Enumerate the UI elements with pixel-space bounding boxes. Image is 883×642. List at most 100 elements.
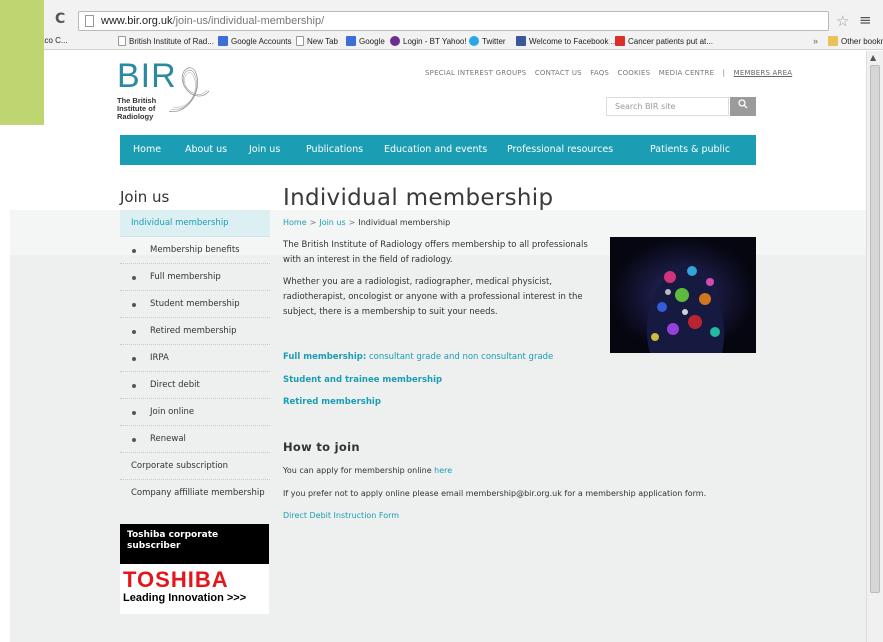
scroll-up-icon[interactable]: ▲ bbox=[870, 53, 876, 62]
bullet-icon bbox=[132, 384, 136, 388]
apply-online-label: You can apply for membership online bbox=[283, 466, 435, 475]
reload-icon[interactable]: C bbox=[55, 11, 65, 27]
page-icon bbox=[296, 36, 304, 46]
bookmark-label: Google Accounts bbox=[231, 37, 292, 46]
other-bookmarks[interactable]: Other bookmarks bbox=[828, 36, 883, 46]
twitter-icon bbox=[469, 36, 479, 46]
sidebar-item-label: Direct debit bbox=[150, 380, 200, 390]
email-application-text: If you prefer not to apply online please… bbox=[283, 489, 707, 498]
link-full-membership-rest: consultant grade and non consultant grad… bbox=[366, 352, 554, 362]
bookmark-item[interactable]: Google bbox=[346, 36, 385, 46]
nav-home[interactable]: Home bbox=[133, 135, 161, 165]
scroll-thumb[interactable] bbox=[870, 65, 880, 593]
sidebar-item-label: Membership benefits bbox=[150, 245, 240, 255]
sidebar-item-student-membership[interactable]: Student membership bbox=[120, 291, 270, 318]
intro-paragraph-1: The British Institute of Radiology offer… bbox=[283, 240, 588, 265]
bookmark-item[interactable]: British Institute of Rad... bbox=[118, 36, 214, 46]
nav-professional-resources[interactable]: Professional resources bbox=[507, 135, 613, 165]
url-path: /join-us/individual-membership/ bbox=[172, 15, 325, 27]
bullet-icon bbox=[132, 357, 136, 361]
bullet-icon bbox=[132, 438, 136, 442]
link-retired-membership[interactable]: Retired membership bbox=[283, 397, 381, 407]
address-bar[interactable]: www.bir.org.uk/join-us/individual-member… bbox=[78, 11, 829, 31]
sidebar-item-label: IRPA bbox=[150, 353, 169, 363]
search-input[interactable]: Search BIR site bbox=[606, 97, 729, 116]
breadcrumb-separator: > bbox=[309, 218, 317, 227]
hero-image bbox=[610, 237, 756, 353]
search-icon bbox=[738, 99, 748, 109]
sidebar-item-individual-membership[interactable]: Individual membership bbox=[120, 210, 270, 237]
nav-publications[interactable]: Publications bbox=[306, 135, 363, 165]
sidebar-item-corporate-subscription[interactable]: Corporate subscription bbox=[120, 453, 270, 480]
sidebar-item-direct-debit[interactable]: Direct debit bbox=[120, 372, 270, 399]
bookmark-label: New Tab bbox=[307, 37, 338, 46]
hero-lights-image bbox=[610, 237, 756, 353]
intro-paragraph-2: Whether you are a radiologist, radiograp… bbox=[283, 277, 583, 317]
bullet-icon bbox=[132, 330, 136, 334]
main-navigation: Home About us Join us Publications Educa… bbox=[120, 135, 756, 165]
bullet-icon bbox=[132, 249, 136, 253]
sidebar-item-label: Join online bbox=[150, 407, 195, 417]
sidebar-item-label: Retired membership bbox=[150, 326, 237, 336]
how-to-join-heading: How to join bbox=[283, 440, 360, 454]
direct-debit-form-link[interactable]: Direct Debit Instruction Form bbox=[283, 511, 399, 520]
sponsor-banner[interactable]: Toshiba corporate subscriber TOSHIBA Lea… bbox=[120, 524, 269, 614]
browser-chrome: › C www.bir.org.uk/join-us/individual-me… bbox=[0, 0, 883, 50]
page-title: Individual membership bbox=[283, 185, 554, 211]
sidebar-item-join-online[interactable]: Join online bbox=[120, 399, 270, 426]
nav-join-us[interactable]: Join us bbox=[249, 135, 280, 165]
util-link-members-area[interactable]: MEMBERS AREA bbox=[734, 69, 793, 77]
gmail-icon bbox=[615, 36, 625, 46]
nav-about-us[interactable]: About us bbox=[185, 135, 227, 165]
util-link-contact-us[interactable]: CONTACT US bbox=[535, 69, 582, 77]
bookmark-item[interactable]: Google Accounts bbox=[218, 36, 291, 46]
link-full-membership[interactable]: Full membership: consultant grade and no… bbox=[283, 352, 553, 362]
util-link-faqs[interactable]: FAQS bbox=[590, 69, 609, 77]
yahoo-icon bbox=[390, 36, 400, 46]
bullet-icon bbox=[132, 303, 136, 307]
sponsor-tagline: Leading Innovation >>> bbox=[123, 592, 247, 604]
vertical-scrollbar[interactable]: ▲ bbox=[866, 51, 883, 642]
nav-education-and-events[interactable]: Education and events bbox=[384, 135, 487, 165]
bookmark-item[interactable]: Twitter bbox=[469, 36, 506, 46]
green-overlay-block bbox=[0, 0, 44, 125]
breadcrumb-separator: > bbox=[348, 218, 356, 227]
bookmark-label: Twitter bbox=[482, 37, 506, 46]
apply-here-link[interactable]: here bbox=[434, 466, 452, 475]
sidebar-item-full-membership[interactable]: Full membership bbox=[120, 264, 270, 291]
google-icon bbox=[218, 36, 228, 46]
bir-logo[interactable]: BIR The British Institute of Radiology bbox=[117, 59, 210, 121]
util-link-media-centre[interactable]: MEDIA CENTRE bbox=[659, 69, 714, 77]
sidebar-item-renewal[interactable]: Renewal bbox=[120, 426, 270, 453]
util-link-special-interest-groups[interactable]: SPECIAL INTEREST GROUPS bbox=[425, 69, 526, 77]
sidebar-item-retired-membership[interactable]: Retired membership bbox=[120, 318, 270, 345]
sidebar-item-irpa[interactable]: IRPA bbox=[120, 345, 270, 372]
nav-patients-and-public[interactable]: Patients & public bbox=[650, 135, 730, 165]
sponsor-heading: Toshiba corporate subscriber bbox=[120, 524, 269, 564]
breadcrumb: Home > Join us > Individual membership bbox=[283, 218, 450, 227]
breadcrumb-home[interactable]: Home bbox=[283, 218, 307, 227]
sidebar-item-membership-benefits[interactable]: Membership benefits bbox=[120, 237, 270, 264]
address-row: › C www.bir.org.uk/join-us/individual-me… bbox=[0, 10, 883, 34]
link-student-membership[interactable]: Student and trainee membership bbox=[283, 375, 442, 385]
util-separator: | bbox=[722, 69, 726, 77]
search-button[interactable] bbox=[730, 97, 756, 116]
util-link-cookies[interactable]: COOKIES bbox=[618, 69, 651, 77]
google-icon bbox=[346, 36, 356, 46]
breadcrumb-current: Individual membership bbox=[358, 218, 451, 227]
logo-name: The British Institute of Radiology bbox=[117, 96, 157, 121]
link-full-membership-bold: Full membership: bbox=[283, 352, 367, 362]
bullet-icon bbox=[132, 411, 136, 415]
bookmark-label: Google bbox=[359, 37, 385, 46]
bookmark-item[interactable]: Welcome to Facebook ... bbox=[516, 36, 617, 46]
menu-icon[interactable]: ≡ bbox=[859, 11, 872, 29]
breadcrumb-join-us[interactable]: Join us bbox=[319, 218, 345, 227]
bookmark-star-icon[interactable]: ☆ bbox=[836, 12, 849, 30]
bookmark-item[interactable]: Cancer patients put at... bbox=[615, 36, 713, 46]
sidebar-item-company-affiliate-membership[interactable]: Company affilliate membership bbox=[120, 480, 270, 507]
bookmarks-more-button[interactable]: » bbox=[813, 36, 818, 46]
bookmark-item[interactable]: Login - BT Yahoo! bbox=[390, 36, 467, 46]
sidebar-item-label: Full membership bbox=[150, 272, 221, 282]
url-host: www.bir.org.uk bbox=[101, 15, 173, 27]
bookmark-item[interactable]: New Tab bbox=[296, 36, 338, 46]
